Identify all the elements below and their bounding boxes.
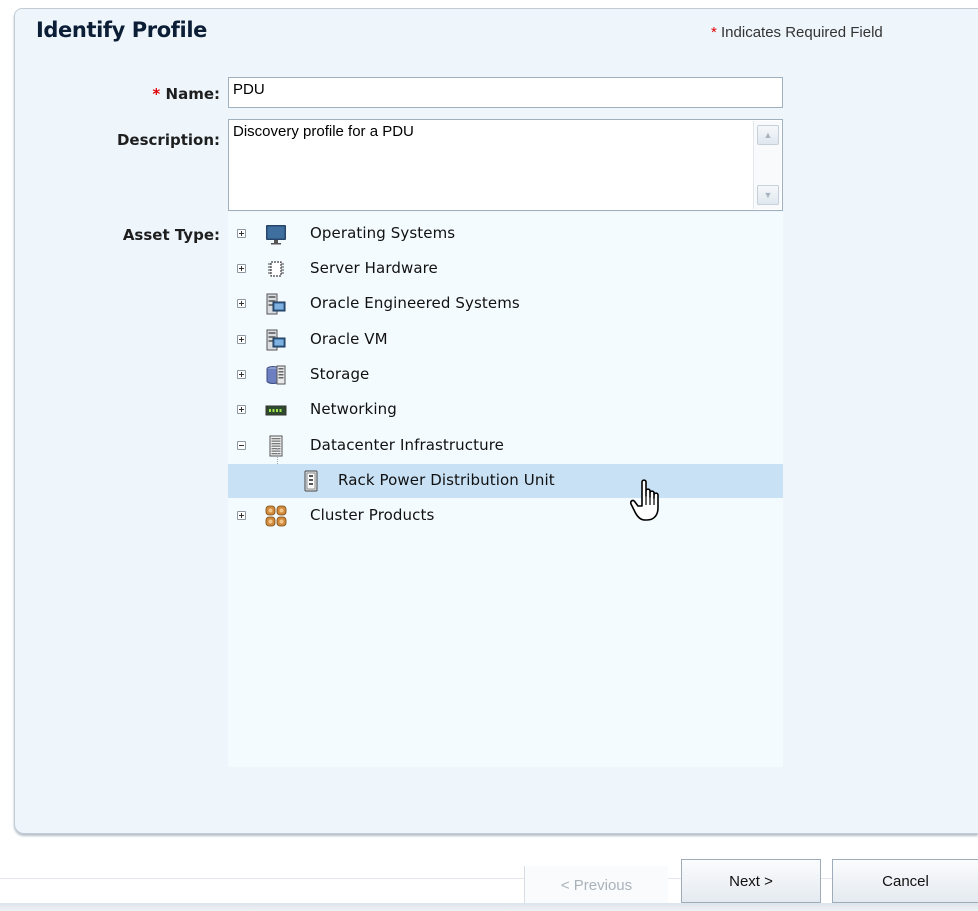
collapse-icon[interactable]	[237, 441, 246, 450]
required-field-note: * Indicates Required Field	[711, 24, 883, 41]
chevron-down-icon: ▼	[763, 189, 773, 200]
expand-icon[interactable]	[237, 229, 246, 238]
description-label: Description:	[116, 131, 220, 149]
required-note-text: Indicates Required Field	[721, 24, 883, 41]
name-input-value: PDU	[233, 81, 265, 98]
name-label: * Name:	[152, 85, 220, 103]
expand-icon[interactable]	[237, 335, 246, 344]
cancel-button[interactable]: Cancel	[832, 859, 978, 903]
required-star: *	[711, 24, 717, 41]
asset-type-tree[interactable]: Operating Systems Server Hardware Oracle…	[228, 212, 783, 767]
description-textarea-value: Discovery profile for a PDU	[233, 123, 414, 140]
expand-icon[interactable]	[237, 264, 246, 273]
asset-type-label: Asset Type:	[122, 226, 220, 244]
expand-icon[interactable]	[237, 370, 246, 379]
tree-node-label: Datacenter Infrastructure	[310, 436, 504, 454]
storage-icon	[266, 365, 286, 385]
tree-node-label: Rack Power Distribution Unit	[338, 471, 555, 489]
description-textarea[interactable]: Discovery profile for a PDU ▲ ▼	[228, 119, 783, 211]
page-title: Identify Profile	[36, 18, 207, 42]
name-label-text: Name:	[165, 85, 220, 103]
next-button[interactable]: Next >	[681, 859, 821, 903]
tree-node-label: Networking	[310, 400, 397, 418]
tree-node-operating-systems[interactable]: Operating Systems	[228, 217, 783, 251]
tree-node-rack-power-distribution-unit[interactable]: Rack Power Distribution Unit	[228, 464, 783, 498]
expand-icon[interactable]	[237, 511, 246, 520]
footer-bar	[0, 903, 978, 911]
system-rack-icon	[266, 293, 286, 315]
name-input[interactable]: PDU	[228, 77, 783, 108]
tree-node-server-hardware[interactable]: Server Hardware	[228, 252, 783, 286]
tree-node-label: Cluster Products	[310, 506, 435, 524]
chevron-up-icon: ▲	[763, 129, 773, 140]
expand-icon[interactable]	[237, 299, 246, 308]
tree-node-label: Storage	[310, 365, 370, 383]
tree-node-datacenter-infrastructure[interactable]: Datacenter Infrastructure	[228, 429, 783, 463]
description-scrollbar[interactable]: ▲ ▼	[753, 121, 781, 209]
tree-node-networking[interactable]: Networking	[228, 393, 783, 427]
tree-node-oracle-engineered-systems[interactable]: Oracle Engineered Systems	[228, 287, 783, 321]
required-star: *	[152, 85, 161, 103]
tree-node-label: Operating Systems	[310, 224, 456, 242]
datacenter-rack-icon	[269, 435, 283, 457]
scroll-up-button[interactable]: ▲	[757, 125, 779, 145]
network-switch-icon	[265, 405, 287, 416]
tree-node-label: Oracle Engineered Systems	[310, 294, 520, 312]
tree-node-storage[interactable]: Storage	[228, 358, 783, 392]
chip-icon	[268, 261, 284, 277]
pdu-icon	[304, 470, 318, 492]
monitor-icon	[266, 225, 286, 245]
scroll-down-button[interactable]: ▼	[757, 185, 779, 205]
cluster-icon	[265, 505, 287, 527]
vm-rack-icon	[266, 329, 286, 351]
expand-icon[interactable]	[237, 405, 246, 414]
previous-button[interactable]: < Previous	[524, 866, 668, 904]
hand-cursor-icon	[630, 479, 659, 521]
tree-node-label: Server Hardware	[310, 259, 438, 277]
tree-connector	[277, 448, 278, 464]
tree-node-oracle-vm[interactable]: Oracle VM	[228, 323, 783, 357]
tree-node-label: Oracle VM	[310, 330, 388, 348]
tree-node-cluster-products[interactable]: Cluster Products	[228, 499, 783, 533]
